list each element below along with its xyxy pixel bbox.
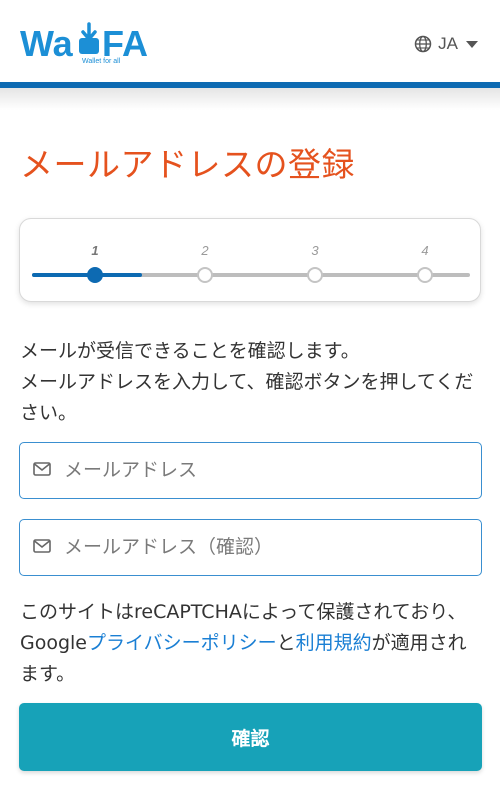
step-number: 2	[201, 243, 209, 258]
step-4: 4	[410, 219, 440, 303]
step-1: 1	[80, 219, 110, 303]
language-label: JA	[438, 34, 458, 53]
instructions-text: メールが受信できることを確認します。 メールアドレスを入力して、確認ボタンを押し…	[20, 336, 482, 429]
confirm-button[interactable]: 確認	[19, 703, 482, 771]
envelope-icon	[33, 462, 51, 476]
step-dot	[87, 267, 103, 283]
privacy-policy-link[interactable]: プライバシーポリシー	[87, 632, 277, 654]
step-3: 3	[300, 219, 330, 303]
wallet-download-logo	[79, 22, 99, 54]
logo-wa-text: Wa	[20, 23, 74, 64]
page-title: メールアドレスの登録	[20, 145, 355, 184]
step-dot	[307, 267, 323, 283]
terms-of-service-link[interactable]: 利用規約	[296, 632, 372, 654]
step-number: 1	[91, 243, 99, 258]
step-2: 2	[190, 219, 220, 303]
instructions-line-1: メールが受信できることを確認します。	[20, 340, 360, 362]
step-number: 4	[421, 243, 429, 258]
email-confirm-input[interactable]	[64, 520, 474, 574]
email-field[interactable]	[19, 442, 482, 499]
caret-down-icon	[466, 40, 478, 48]
wafa-logo[interactable]: Wa FA Wallet for all	[20, 22, 165, 66]
globe-icon	[414, 35, 432, 53]
step-dot	[197, 267, 213, 283]
recaptcha-notice: このサイトはreCAPTCHAによって保護されており、Googleプライバシーポ…	[20, 597, 485, 690]
progress-stepper: 1 2 3 4	[19, 218, 481, 302]
email-input[interactable]	[64, 443, 474, 497]
recaptcha-conjunction: と	[276, 632, 296, 654]
header-shadow	[0, 88, 500, 110]
app-header: Wa FA Wallet for all JA	[0, 0, 500, 84]
envelope-icon	[33, 539, 51, 553]
step-dot	[417, 267, 433, 283]
language-selector[interactable]: JA	[414, 32, 478, 56]
step-number: 3	[311, 243, 319, 258]
instructions-line-2: メールアドレスを入力して、確認ボタンを押してください。	[20, 371, 474, 424]
email-confirm-field[interactable]	[19, 519, 482, 576]
logo-tagline: Wallet for all	[82, 58, 121, 65]
